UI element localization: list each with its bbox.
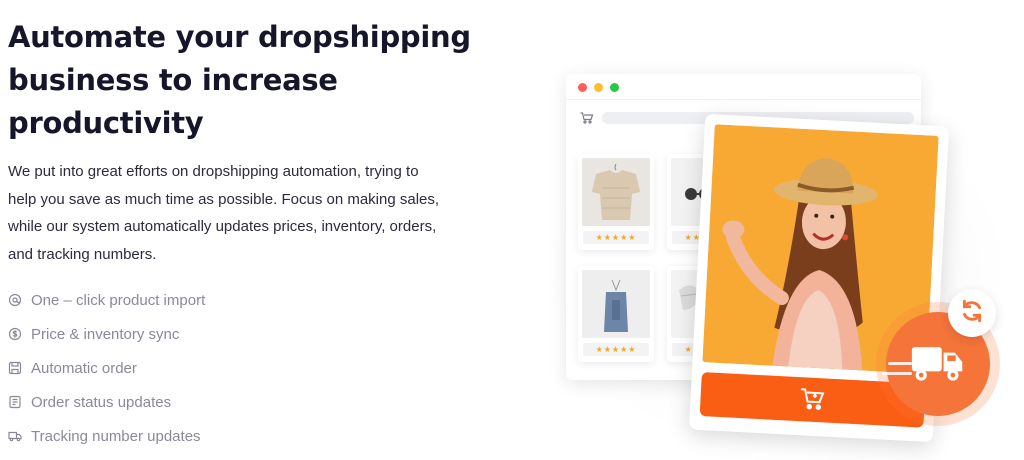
document-icon	[8, 395, 22, 409]
product-image	[582, 158, 650, 226]
feature-item-order-status: Order status updates	[8, 385, 205, 419]
feature-label: Order status updates	[31, 393, 172, 411]
product-rating: ★★★★★	[583, 343, 649, 356]
description-line-2: help you save as much time as possible. …	[8, 190, 440, 208]
description-line-4: and tracking numbers.	[8, 245, 157, 263]
speed-line	[882, 372, 912, 375]
feature-label: Automatic order	[31, 359, 137, 377]
page-headline: Automate your dropshipping business to i…	[8, 16, 471, 145]
save-order-icon	[8, 361, 22, 375]
truck-icon	[910, 341, 966, 388]
feature-item-tracking: Tracking number updates	[8, 419, 205, 453]
window-maximize-dot	[610, 83, 619, 92]
feature-label: Tracking number updates	[31, 427, 201, 445]
link-icon	[8, 293, 22, 307]
window-close-dot	[578, 83, 587, 92]
feature-label: Price & inventory sync	[31, 325, 180, 343]
feature-item-price-sync: Price & inventory sync	[8, 317, 205, 351]
headline-line-1: Automate your dropshipping	[8, 20, 471, 54]
sync-icon	[959, 298, 985, 329]
description-line-1: We put into great efforts on dropshippin…	[8, 163, 419, 180]
feature-list: One – click product import Price & inven…	[8, 283, 205, 453]
dollar-circle-icon	[8, 327, 22, 341]
product-card: ★★★★★	[578, 266, 654, 362]
product-rating: ★★★★★	[583, 231, 649, 244]
feature-label: One – click product import	[31, 291, 206, 309]
headline-line-3: productivity	[8, 106, 204, 140]
browser-titlebar	[566, 74, 921, 100]
description-line-3: while our system automatically updates p…	[8, 218, 437, 235]
headline-line-2: business to increase	[8, 63, 338, 97]
feature-item-automatic-order: Automatic order	[8, 351, 205, 385]
speed-line	[888, 362, 912, 365]
product-card: ★★★★★	[578, 154, 654, 250]
window-minimize-dot	[594, 83, 603, 92]
cart-icon	[799, 387, 826, 413]
product-image	[582, 270, 650, 338]
cart-icon	[580, 111, 594, 124]
hero-description: We put into great efforts on dropshippin…	[8, 158, 458, 268]
feature-item-product-import: One – click product import	[8, 283, 205, 317]
sync-badge	[948, 289, 996, 337]
truck-icon	[8, 429, 22, 443]
